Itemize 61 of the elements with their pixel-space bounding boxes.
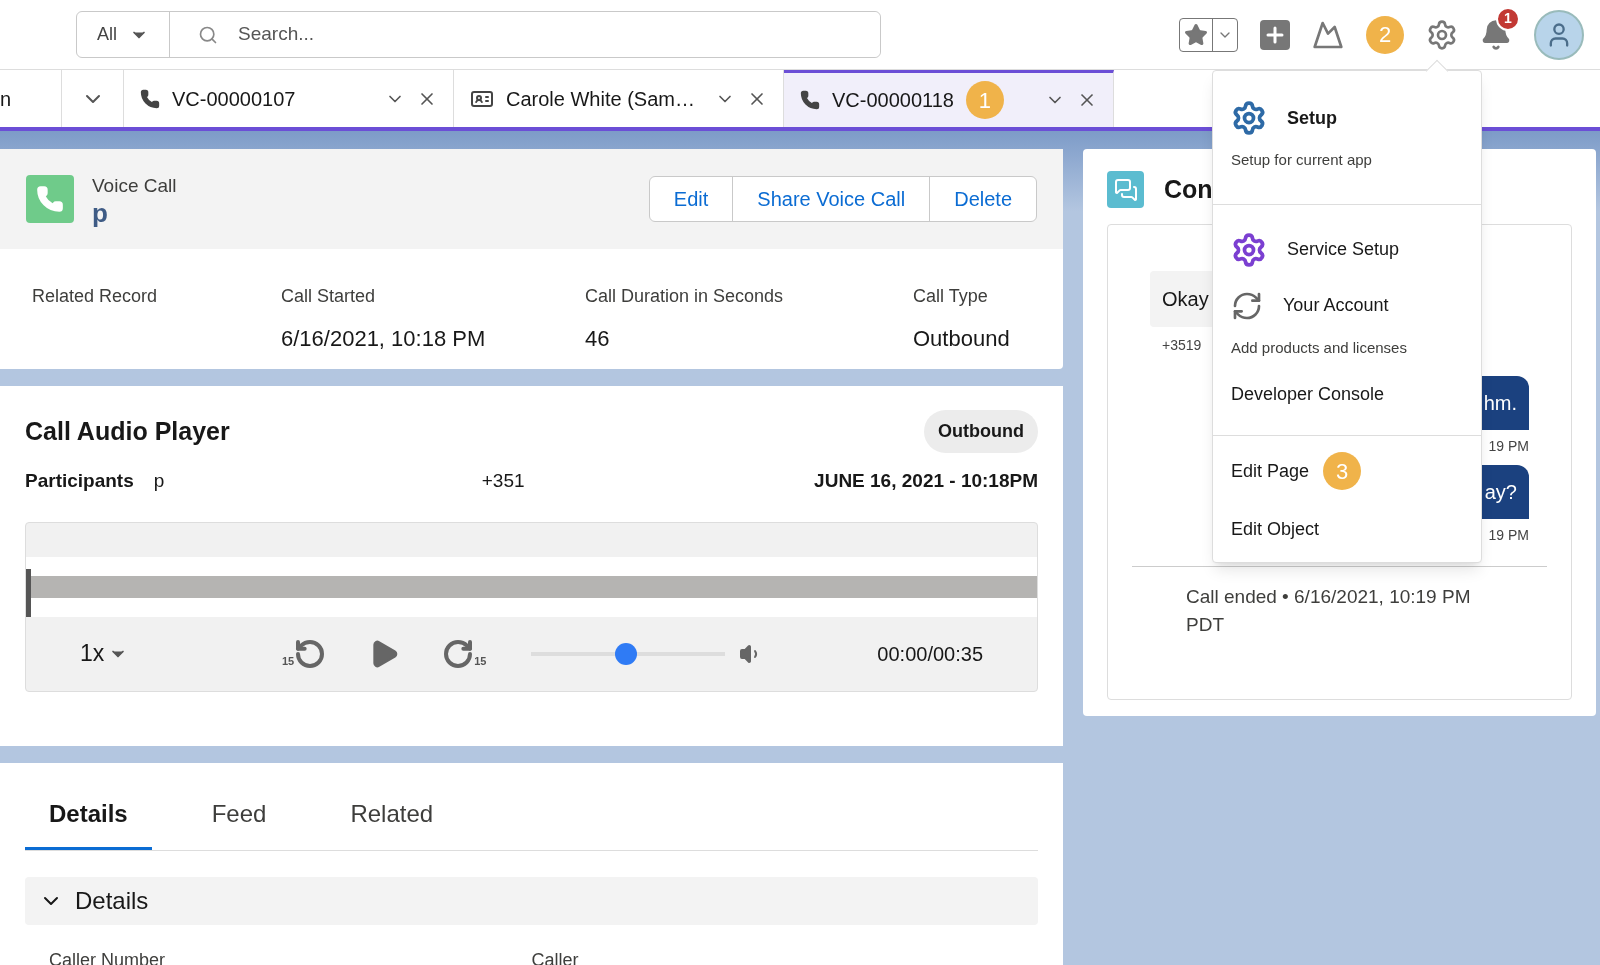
message-meta: 19 PM [1488,436,1529,456]
field-value: 6/16/2021, 10:18 PM [281,325,487,353]
menu-item[interactable]: Service Setup [1231,228,1463,271]
speed-dropdown[interactable]: 1x [80,636,280,671]
field-value: Outbound [913,325,1011,353]
phone-icon [800,90,820,110]
skip-back-icon[interactable] [294,637,327,670]
skip-forward-icon[interactable] [442,637,475,670]
menu-item[interactable]: Edit Object [1231,508,1463,550]
detail-tab[interactable]: Related [326,781,458,850]
scrub-track[interactable] [26,556,1037,617]
gear-icon [1231,231,1267,268]
menu-item-description: Add products and licenses [1231,337,1408,358]
phone-icon [140,88,160,109]
section-header[interactable]: Details [25,877,1038,925]
action-button[interactable]: Edit [649,177,733,221]
menu-item-description: Setup for current app [1231,150,1373,170]
card-title: Con [1164,174,1213,205]
message-meta: +3519 [1162,335,1202,355]
participants-label: Participants [25,469,134,493]
menu-item[interactable]: Your Account [1231,284,1463,327]
record-name: p [92,200,109,227]
avatar[interactable] [1534,9,1584,60]
field-value: 46 [585,325,611,353]
participant-name: p [153,469,166,493]
skip-seconds: 15 [282,654,295,669]
step-callout: 1 [965,81,1004,119]
card-title: Call Audio Player [25,415,230,447]
call-ended-note: Call ended • 6/16/2021, 10:19 PM PDT [1186,584,1472,637]
volume-thumb[interactable] [614,642,637,665]
skip-seconds: 15 [474,654,487,669]
workspace-tab[interactable]: n [0,70,62,127]
step-callout: 2 [1366,15,1404,54]
favorites-button[interactable] [1179,17,1238,52]
action-button[interactable]: Delete [929,177,1036,221]
field-label: Related Record [32,285,159,308]
call-type-badge: Outbound [924,410,1038,453]
star-icon [1184,22,1208,47]
notification-count: 1 [1496,6,1520,31]
object-type: Voice Call [92,173,177,198]
playback-time: 00:00/00:35 [877,641,983,667]
menu-item[interactable]: Setup [1231,97,1463,139]
settings-icon[interactable] [1426,18,1458,51]
participant-number: +351 [481,469,525,493]
section-title: Details [75,886,149,916]
action-button[interactable]: Share Voice Call [732,177,930,221]
message-meta: 19 PM [1488,525,1529,545]
voice-call-icon [26,175,74,223]
step-callout: 3 [1323,452,1362,490]
field-label: Call Started [281,285,377,308]
workspace-tab[interactable]: VC-00000118 1 [784,70,1114,127]
field-label: Call Type [913,285,989,308]
field-label: Call Duration in Seconds [585,285,785,308]
add-button[interactable] [1260,19,1290,50]
conversation-icon [1107,171,1144,209]
detail-tab[interactable]: Feed [187,781,291,850]
menu-item[interactable]: Edit Page 3 [1231,450,1463,492]
gear-icon [1231,100,1267,136]
menu-item[interactable]: Developer Console [1231,373,1463,415]
call-datetime: JUNE 16, 2021 - 10:18PM [814,469,1038,493]
detail-tab[interactable]: Details [25,781,152,850]
